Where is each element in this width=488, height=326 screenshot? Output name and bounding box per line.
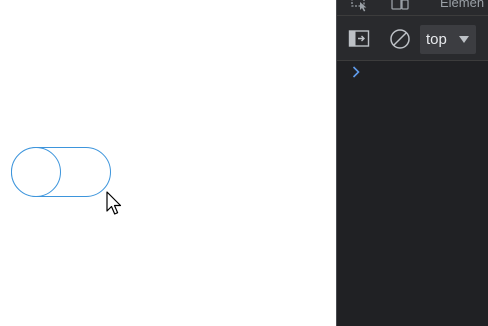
inspect-element-icon[interactable]: [349, 0, 371, 12]
console-prompt-icon: [352, 66, 360, 78]
console-output[interactable]: [337, 61, 488, 326]
context-label: top: [426, 31, 447, 48]
context-selector[interactable]: top: [420, 25, 476, 54]
devtools-tabbar: Elemen: [337, 0, 488, 16]
toggle-switch[interactable]: [11, 147, 111, 197]
console-sidebar-icon[interactable]: [348, 29, 370, 49]
console-toolbar: top: [337, 16, 488, 61]
clear-console-icon[interactable]: [389, 28, 411, 50]
dropdown-arrow-icon: [459, 36, 469, 43]
devtools-panel: Elemen top: [336, 0, 488, 326]
webpage-area: [0, 0, 336, 326]
device-toolbar-icon[interactable]: [389, 0, 411, 12]
toggle-knob[interactable]: [11, 147, 61, 197]
arrow-cursor-icon: [106, 191, 122, 215]
tab-elements[interactable]: Elemen: [440, 0, 484, 10]
